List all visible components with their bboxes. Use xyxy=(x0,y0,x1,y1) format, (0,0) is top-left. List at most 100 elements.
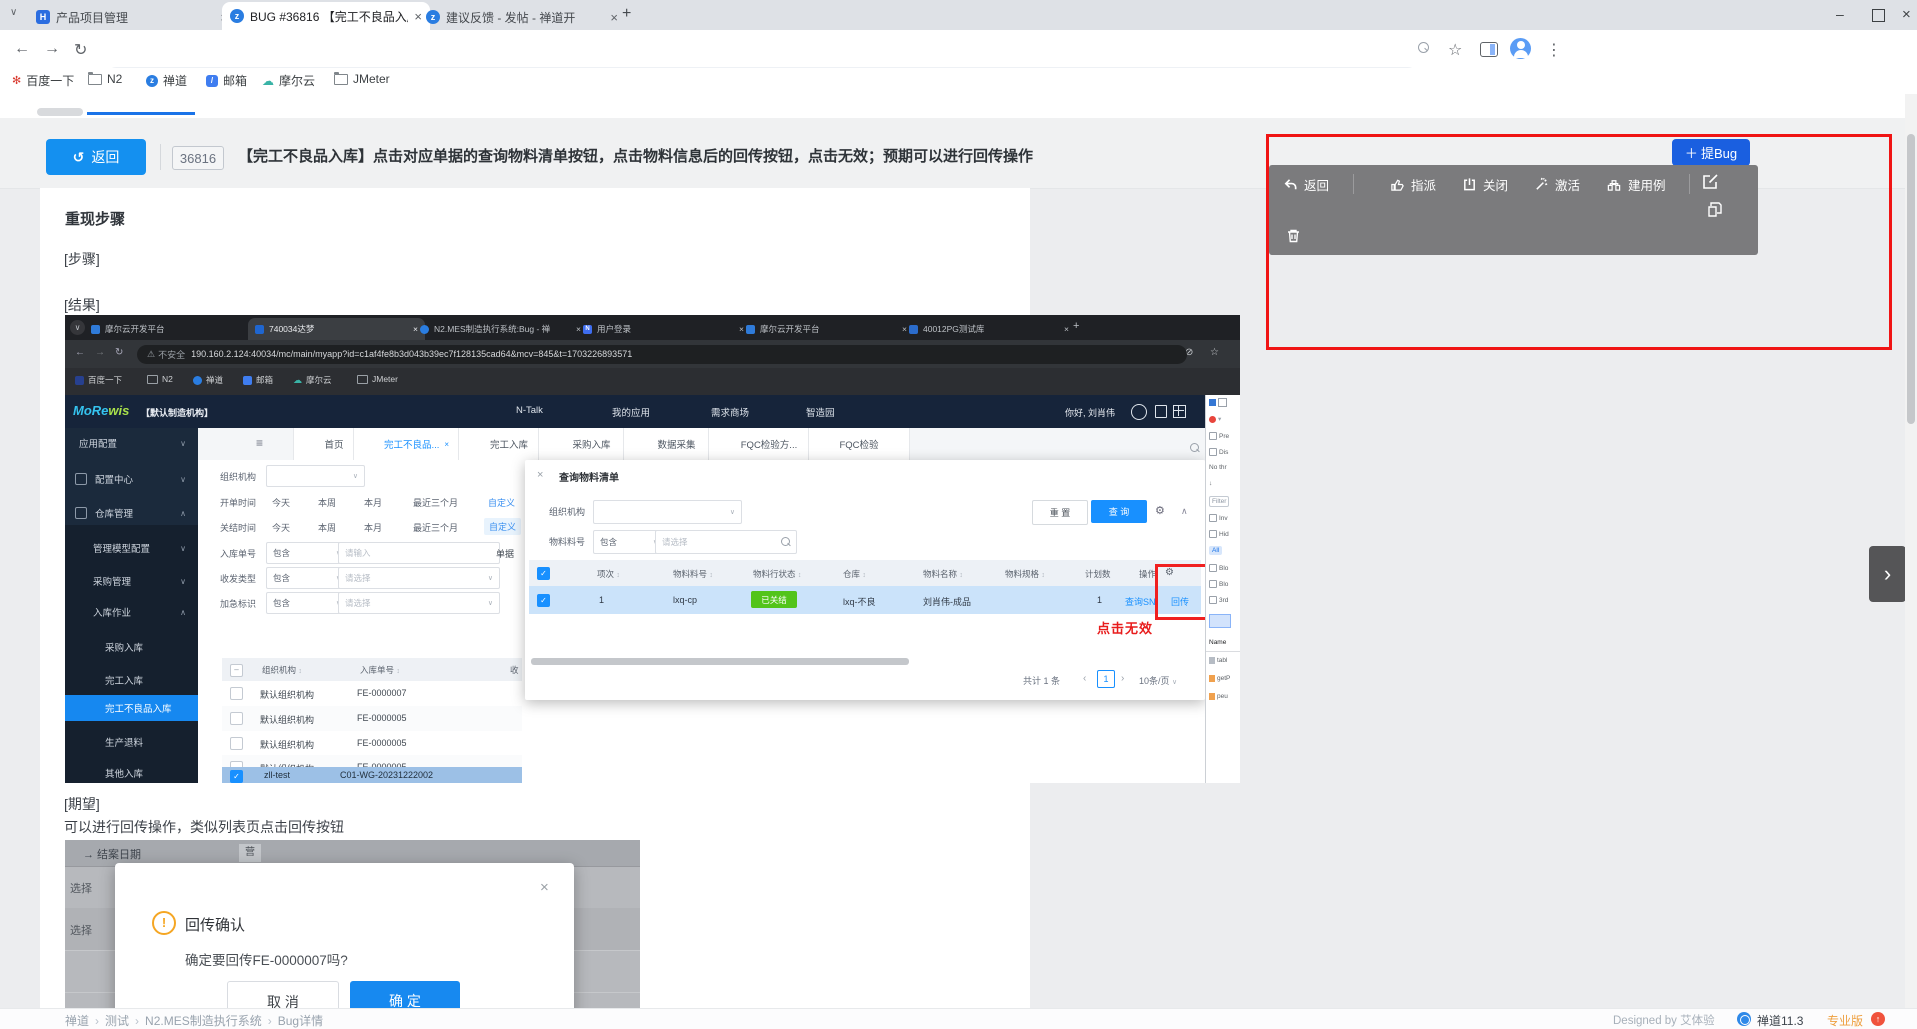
project-favicon: H xyxy=(36,10,50,24)
breadcrumb-test[interactable]: 测试 xyxy=(105,1012,129,1029)
expect-screenshot-image[interactable]: → 结案日期 营 选择 选择 × ! 回传确认 确定要回传FE-0000007吗… xyxy=(65,840,640,1008)
profile-avatar[interactable] xyxy=(1510,38,1531,59)
inner-tab: 40012PG测试库 × xyxy=(902,318,1076,340)
bookmark-label: 邮箱 xyxy=(223,74,248,88)
action-close-button[interactable]: 关闭 xyxy=(1462,175,1508,194)
inner-tab-active: 740034达梦 × xyxy=(248,318,425,340)
action-delete-button[interactable] xyxy=(1285,227,1302,244)
action-activate-button[interactable]: 激活 xyxy=(1534,175,1580,194)
browser-tab-1[interactable]: H 产品项目管理 × xyxy=(28,4,236,30)
bookmark-label: 摩尔云 xyxy=(279,74,316,88)
mes-grid-icon xyxy=(1173,405,1186,418)
dialog-title: 回传确认 xyxy=(185,917,246,934)
mes-menu-item: 需求商场 xyxy=(711,408,750,419)
bug-title: 【完工不良品入库】点击对应单据的查询物料清单按钮，点击物料信息后的回传按钮，点击… xyxy=(238,148,1034,165)
action-create-case-button[interactable]: 建用例 xyxy=(1606,175,1666,194)
tab-title: 建议反馈 - 发帖 - 禅道开 xyxy=(446,10,576,25)
mes-cart-icon xyxy=(1155,405,1167,418)
result-label: [结果] xyxy=(64,297,100,313)
zentao-globe-icon xyxy=(1737,1012,1751,1026)
expect-text: 可以进行回传操作，类似列表页点击回传按钮 xyxy=(64,819,344,835)
bookmark-star-icon[interactable]: ☆ xyxy=(1448,40,1462,60)
mes-search-icon xyxy=(1190,439,1199,457)
plus-icon: ＋ xyxy=(1684,146,1698,161)
modal-title: 查询物料清单 xyxy=(559,473,619,484)
footer-bar: 禅道 › 测试 › N2.MES制造执行系统 › Bug详情 Designed … xyxy=(0,1008,1917,1029)
page-scrollbar-thumb[interactable] xyxy=(1907,134,1915,424)
inner-tab-chevron: ∨ xyxy=(70,320,85,335)
breadcrumb-product[interactable]: N2.MES制造执行系统 xyxy=(145,1012,262,1029)
modal-table-row: ✓ 1 lxq-cp 已关结 lxq-不良 刘肖伟-成品 1 查询SN 回传 xyxy=(529,586,1201,614)
edition-label[interactable]: 专业版 xyxy=(1827,1012,1863,1029)
breadcrumb-bug-detail: Bug详情 xyxy=(277,1014,324,1028)
mes-menu-item: N-Talk xyxy=(516,405,543,416)
folder-icon xyxy=(334,71,348,85)
modal-reset-button: 重 置 xyxy=(1032,500,1088,525)
back-button[interactable]: ↺ 返回 xyxy=(46,139,146,175)
devtools-panel: ▾ Pre Dis No thr ↓ Filter Inv Hid All Bl… xyxy=(1205,395,1240,783)
steps-label: [步骤] xyxy=(64,251,100,267)
back-icon[interactable]: ← xyxy=(14,40,30,58)
version-label[interactable]: 禅道11.3 xyxy=(1757,1012,1803,1029)
dialog-ok-button: 确 定 xyxy=(350,981,460,1008)
bookmark-label: 百度一下 xyxy=(26,74,75,88)
bookmark-molcloud[interactable]: ☁ 摩尔云 xyxy=(262,72,315,89)
new-tab-button[interactable]: + xyxy=(622,5,631,23)
window-close-button[interactable]: × xyxy=(1902,6,1911,23)
action-copy-button[interactable] xyxy=(1706,201,1723,218)
modal-collapse-icon: ∧ xyxy=(1181,506,1188,516)
inner-new-tab: + xyxy=(1073,320,1080,332)
inner-bookmarks: 百度一下 N2 禅道 邮箱 ☁ 摩尔云 JMeter xyxy=(65,368,1240,395)
new-bug-button[interactable]: ＋ 提Bug xyxy=(1672,139,1750,166)
upgrade-icon[interactable]: ↑ xyxy=(1871,1012,1885,1026)
browser-tab-3[interactable]: z 建议反馈 - 发帖 - 禅道开 × xyxy=(418,4,626,30)
nav-remnant-pill xyxy=(37,108,83,116)
mes-tab-bar: ≡ 首页 完工不良品... × 完工入库 采购入库 数据采集 FQC检验方... … xyxy=(198,428,1240,461)
mes-logo: MoRe xyxy=(73,403,109,418)
confirm-dialog: × ! 回传确认 确定要回传FE-0000007吗? 取 消 确 定 xyxy=(115,863,574,1008)
bookmark-label: 禅道 xyxy=(163,74,188,88)
inner-tab: N2.MES制造执行系统:Bug - 禅 × xyxy=(413,318,588,340)
hamburger-icon: ≡ xyxy=(256,436,264,450)
tab-search-chevron[interactable]: ∨ xyxy=(10,7,17,18)
zoom-icon[interactable] xyxy=(1418,41,1429,56)
bookmark-label: N2 xyxy=(107,72,123,86)
query-sn-link: 查询SN xyxy=(1125,597,1156,607)
pagination-total: 共计 1 条 xyxy=(1023,676,1061,686)
menu-kebab-icon[interactable]: ⋮ xyxy=(1546,40,1562,60)
bookmark-zentao[interactable]: z 禅道 xyxy=(146,72,187,89)
expect-label: [期望] xyxy=(64,796,100,812)
inner-star-icon: ☆ xyxy=(1210,347,1219,358)
side-panel-icon[interactable] xyxy=(1480,42,1498,57)
tab-close-icon[interactable]: × xyxy=(610,10,618,25)
action-edit-button[interactable] xyxy=(1701,173,1719,191)
result-screenshot-image[interactable]: ∨ 摩尔云开发平台× 740034达梦× N2.MES制造执行系统:Bug - … xyxy=(65,315,1240,783)
modal-hscrollbar xyxy=(531,658,909,665)
bookmark-mail[interactable]: / 邮箱 xyxy=(206,72,247,89)
breadcrumb-zentao[interactable]: 禅道 xyxy=(65,1012,89,1029)
reload-icon[interactable]: ↻ xyxy=(74,40,87,60)
zentao-icon: z xyxy=(146,74,158,87)
magic-wand-icon xyxy=(1536,177,1548,190)
action-assign-button[interactable]: 指派 xyxy=(1390,175,1436,194)
back-label: 返回 xyxy=(91,149,120,165)
page-top-strip xyxy=(0,94,1917,118)
status-badge: 已关结 xyxy=(751,591,797,608)
bookmark-folder-n2[interactable]: N2 xyxy=(88,71,123,86)
action-back-button[interactable]: 返回 xyxy=(1283,175,1329,194)
assign-hand-icon xyxy=(1391,179,1404,191)
modal-close-icon: × xyxy=(537,469,544,481)
bookmark-baidu[interactable]: ✻ 百度一下 xyxy=(12,72,74,89)
window-minimize-button[interactable]: – xyxy=(1836,6,1844,22)
window-maximize-button[interactable] xyxy=(1872,9,1885,22)
dialog-message: 确定要回传FE-0000007吗? xyxy=(185,953,348,968)
expand-panel-button[interactable]: › xyxy=(1869,546,1906,602)
tab-title: BUG #36816 【完工不良品入库 xyxy=(250,9,409,24)
mes-greeting: 你好, 刘肖伟 xyxy=(1065,408,1116,418)
browser-tab-strip: ∨ H 产品项目管理 × z BUG #36816 【完工不良品入库 × z 建… xyxy=(0,0,1917,30)
bug-action-toolbar: 返回 指派 关闭 激活 建用例 xyxy=(1269,165,1758,255)
bookmark-folder-jmeter[interactable]: JMeter xyxy=(334,71,390,86)
browser-tab-2-active[interactable]: z BUG #36816 【完工不良品入库 × xyxy=(222,2,430,30)
forward-icon[interactable]: → xyxy=(44,40,60,58)
chevron-right-icon: › xyxy=(1883,561,1892,586)
